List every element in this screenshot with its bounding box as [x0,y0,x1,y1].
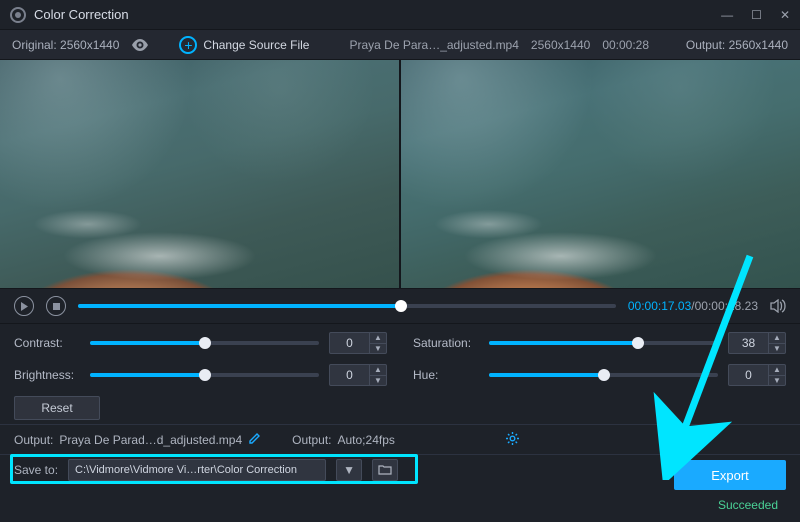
saturation-value-input[interactable]: 38 ▲▼ [728,332,786,354]
title-bar: Color Correction — ☐ ✕ [0,0,800,30]
hue-slider[interactable] [489,373,718,377]
info-bar: Original: 2560x1440 + Change Source File… [0,30,800,60]
status-text: Succeeded [718,498,778,512]
current-time: 00:00:17.03 [628,299,691,313]
source-duration: 00:00:28 [602,38,649,52]
app-logo-icon [10,7,26,23]
total-time: 00:00:28.23 [695,299,758,313]
output-settings-icon[interactable] [505,431,520,449]
plus-icon: + [179,36,197,54]
save-path-field[interactable]: C:\Vidmore\Vidmore Vi…rter\Color Correct… [68,459,326,481]
stepper-up-icon[interactable]: ▲ [370,365,386,376]
maximize-button[interactable]: ☐ [751,8,762,22]
play-button[interactable] [14,296,34,316]
volume-icon[interactable] [770,299,786,313]
window-title: Color Correction [34,7,129,22]
open-folder-button[interactable] [372,459,398,481]
stepper-down-icon[interactable]: ▼ [370,376,386,386]
stepper-down-icon[interactable]: ▼ [769,376,785,386]
stepper-up-icon[interactable]: ▲ [769,365,785,376]
source-filename: Praya De Para…_adjusted.mp4 [349,38,518,52]
contrast-slider[interactable] [90,341,319,345]
contrast-value-input[interactable]: 0 ▲▼ [329,332,387,354]
hue-value-input[interactable]: 0 ▲▼ [728,364,786,386]
hue-row: Hue: 0 ▲▼ [413,364,786,386]
export-button[interactable]: Export [674,460,786,490]
edit-output-name-icon[interactable] [248,431,262,448]
adjusted-preview [401,60,800,288]
stepper-up-icon[interactable]: ▲ [370,333,386,344]
original-resolution: Original: 2560x1440 [12,38,119,52]
brightness-slider[interactable] [90,373,319,377]
contrast-label: Contrast: [14,336,80,350]
playback-bar: 00:00:17.03/00:00:28.23 [0,288,800,324]
brightness-label: Brightness: [14,368,80,382]
saturation-row: Saturation: 38 ▲▼ [413,332,786,354]
output-info-row: Output: Praya De Parad…d_adjusted.mp4 Ou… [0,424,800,454]
saturation-slider[interactable] [489,341,718,345]
source-resolution: 2560x1440 [531,38,590,52]
output-file-label: Output: [14,433,53,447]
timeline-slider[interactable] [78,304,616,308]
save-path-dropdown[interactable]: ▼ [336,459,362,481]
save-to-label: Save to: [14,463,58,477]
output-format-label: Output: [292,433,331,447]
stop-button[interactable] [46,296,66,316]
preview-area [0,60,800,288]
time-display: 00:00:17.03/00:00:28.23 [628,299,758,313]
contrast-row: Contrast: 0 ▲▼ [14,332,387,354]
stepper-down-icon[interactable]: ▼ [769,344,785,354]
reset-button[interactable]: Reset [14,396,100,420]
brightness-row: Brightness: 0 ▲▼ [14,364,387,386]
original-preview [0,60,399,288]
saturation-label: Saturation: [413,336,479,350]
output-resolution: Output: 2560x1440 [686,38,788,52]
hue-label: Hue: [413,368,479,382]
close-button[interactable]: ✕ [780,8,790,22]
minimize-button[interactable]: — [721,8,733,22]
brightness-value-input[interactable]: 0 ▲▼ [329,364,387,386]
preview-toggle-icon[interactable] [131,39,149,51]
stepper-down-icon[interactable]: ▼ [370,344,386,354]
adjustments-panel: Contrast: 0 ▲▼ Saturation: 38 ▲▼ Brightn… [0,324,800,424]
stepper-up-icon[interactable]: ▲ [769,333,785,344]
change-source-button[interactable]: + Change Source File [179,36,309,54]
output-filename: Praya De Parad…d_adjusted.mp4 [59,433,242,447]
change-source-label: Change Source File [203,38,309,52]
output-format-value: Auto;24fps [338,433,395,447]
